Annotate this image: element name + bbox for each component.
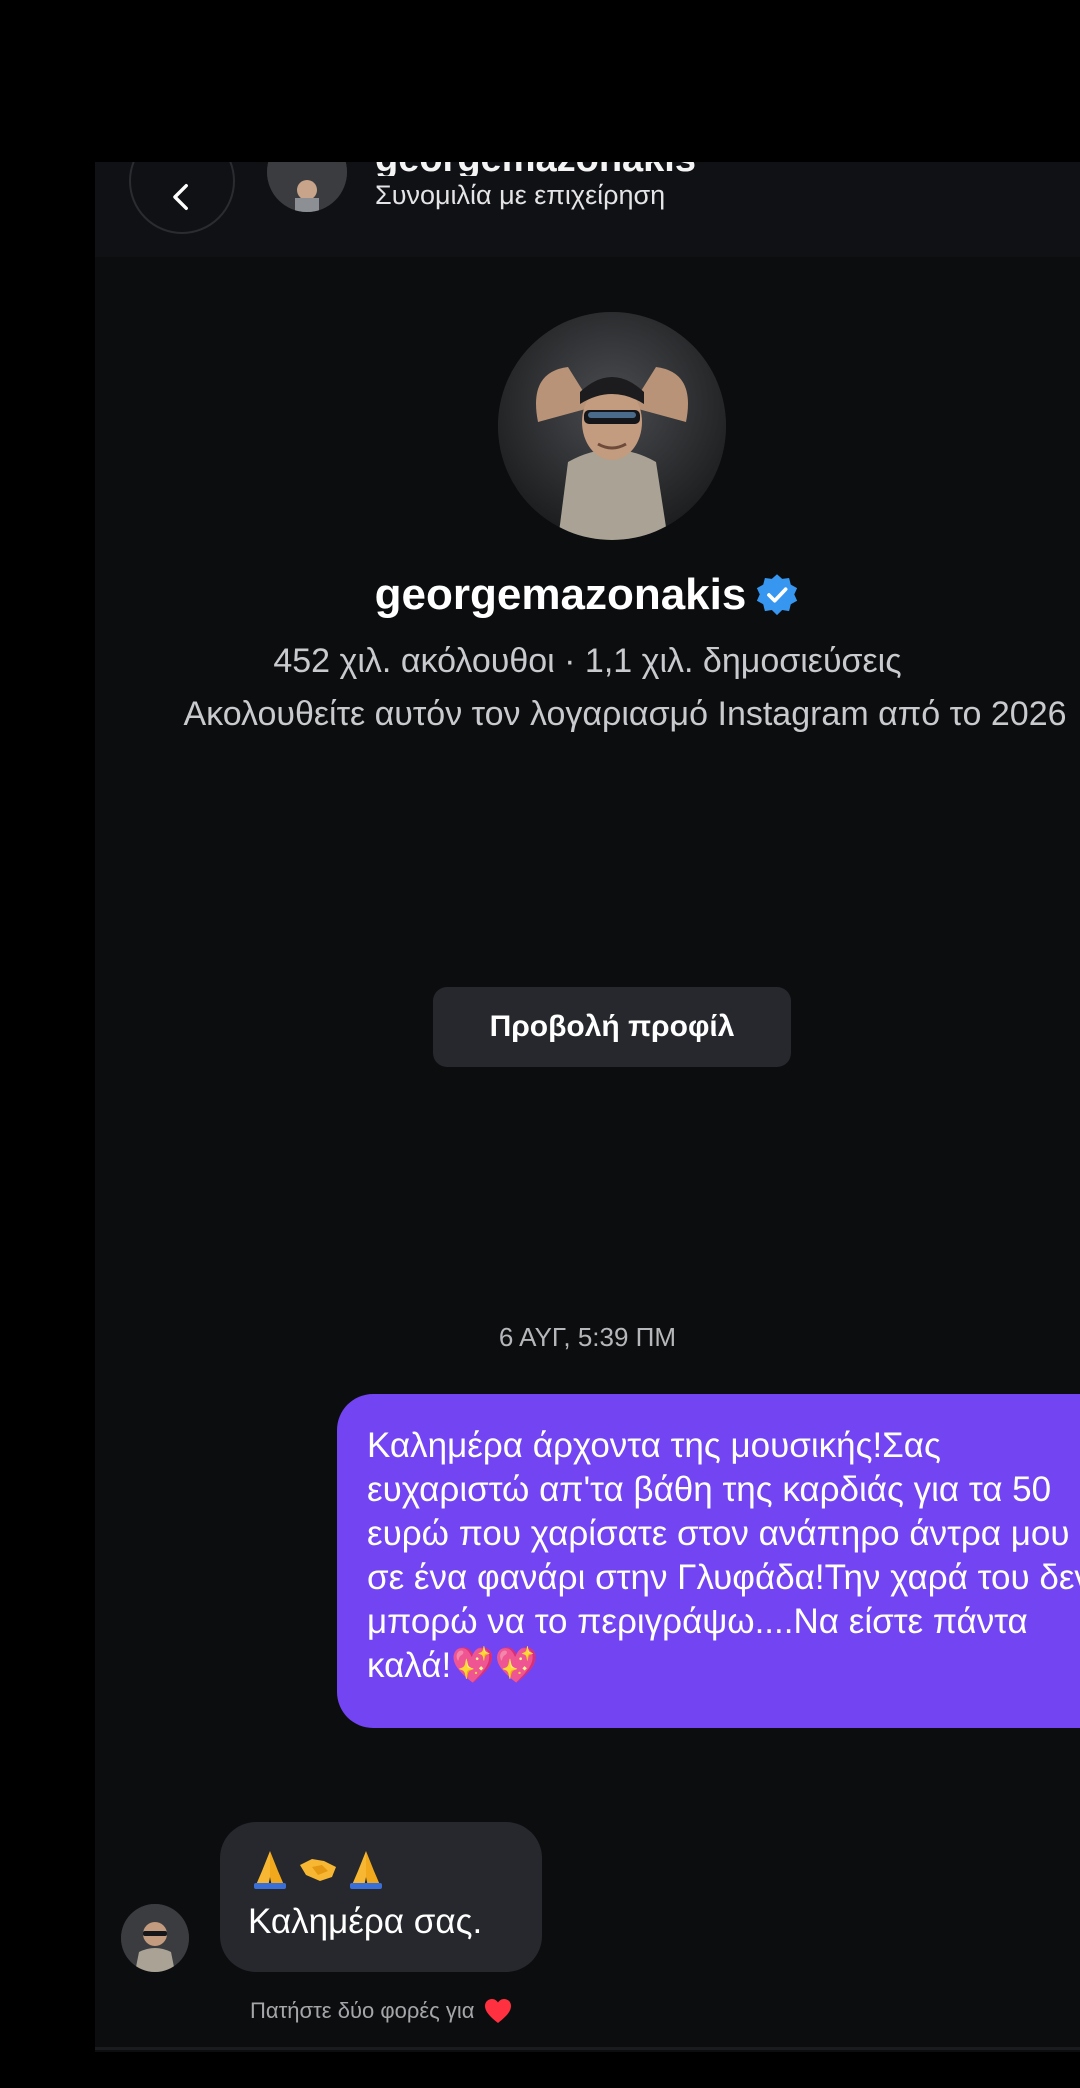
profile-follow-info: Ακολουθείτε αυτόν τον λογαριασμό Instagr…: [183, 695, 1067, 733]
folded-hands-icon: [254, 1851, 286, 1889]
chat-screen: georgemazonakis Συνομιλία με επιχείρηση: [95, 162, 1080, 2052]
double-tap-hint: Πατήστε δύο φορές για: [250, 1997, 513, 2025]
profile-stats: 452 χιλ. ακόλουθοι · 1,1 χιλ. δημοσιεύσε…: [273, 642, 902, 680]
outgoing-message[interactable]: Καλημέρα άρχοντα της μουσικής!Σας ευχαρι…: [337, 1394, 1080, 1728]
incoming-message[interactable]: Καλημέρα σας.: [220, 1822, 542, 1972]
message-timestamp: 6 ΑΥΓ, 5:39 ΠΜ: [498, 1322, 677, 1352]
back-button[interactable]: [129, 162, 235, 234]
heart-icon[interactable]: [483, 1997, 513, 2025]
view-profile-button[interactable]: Προβολή προφίλ: [433, 987, 791, 1067]
emoji-row: [248, 1844, 514, 1894]
header-subtitle: Συνομιλία με επιχείρηση: [375, 180, 666, 210]
chevron-left-icon: [173, 183, 188, 211]
incoming-message-text: Καλημέρα σας.: [248, 1902, 483, 1941]
profile-avatar[interactable]: [498, 312, 726, 540]
header-username[interactable]: georgemazonakis: [375, 162, 795, 176]
outgoing-message-text: Καλημέρα άρχοντα της μουσικής!Σας ευχαρι…: [367, 1426, 1080, 1685]
profile-username-row: georgemazonakis: [95, 570, 1080, 620]
folded-hands-icon: [350, 1851, 382, 1889]
tap-hint-text: Πατήστε δύο φορές για: [250, 1998, 475, 2023]
header-avatar[interactable]: [267, 162, 347, 212]
profile-username: georgemazonakis: [374, 570, 747, 619]
handshake-icon: [300, 1859, 336, 1881]
verified-badge-icon: [757, 574, 798, 616]
composer-divider: [95, 2047, 1080, 2050]
sender-avatar[interactable]: [121, 1904, 189, 1972]
chat-header: georgemazonakis Συνομιλία με επιχείρηση: [95, 162, 1080, 257]
